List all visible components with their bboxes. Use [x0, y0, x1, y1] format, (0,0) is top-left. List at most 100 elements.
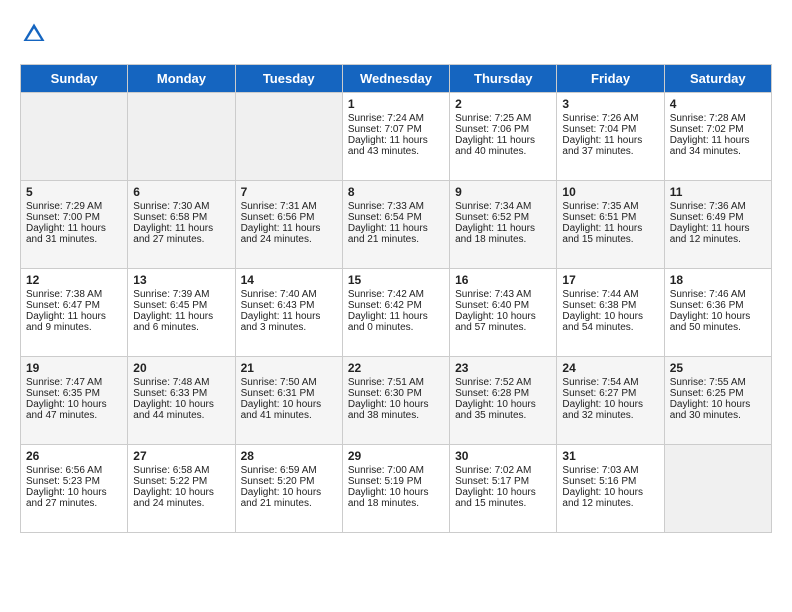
col-header-thursday: Thursday — [450, 65, 557, 93]
logo-icon — [20, 20, 48, 48]
daylight-text: Daylight: 10 hours and 27 minutes. — [26, 487, 107, 509]
day-number: 29 — [348, 449, 444, 463]
sunset-text: Sunset: 6:40 PM — [455, 300, 529, 311]
day-number: 8 — [348, 185, 444, 199]
daylight-text: Daylight: 10 hours and 12 minutes. — [562, 487, 643, 509]
calendar-cell: 19 Sunrise: 7:47 AMSunset: 6:35 PMDayligh… — [21, 357, 128, 445]
day-number: 18 — [670, 273, 766, 287]
day-number: 1 — [348, 97, 444, 111]
day-number: 28 — [241, 449, 337, 463]
sunrise-text: Sunrise: 7:48 AM — [133, 377, 209, 388]
daylight-text: Daylight: 10 hours and 38 minutes. — [348, 399, 429, 421]
col-header-sunday: Sunday — [21, 65, 128, 93]
calendar-cell: 24Sunrise: 7:54 AMSunset: 6:27 PMDayligh… — [557, 357, 664, 445]
sunrise-text: Sunrise: 6:58 AM — [133, 465, 209, 476]
daylight-text: Daylight: 11 hours and 18 minutes. — [455, 223, 535, 245]
sunrise-text: Sunrise: 7:24 AM — [348, 113, 424, 124]
sunrise-text: Sunrise: 7:47 AM — [26, 377, 102, 388]
sunset-text: Sunset: 6:49 PM — [670, 212, 744, 223]
sunrise-text: Sunrise: 7:30 AM — [133, 201, 209, 212]
day-number: 24 — [562, 361, 658, 375]
day-number: 19 — [26, 361, 122, 375]
day-number: 11 — [670, 185, 766, 199]
sunrise-text: Sunrise: 7:00 AM — [348, 465, 424, 476]
calendar-cell: 22 Sunrise: 7:51 AMSunset: 6:30 PMDayligh… — [342, 357, 449, 445]
daylight-text: Daylight: 10 hours and 47 minutes. — [26, 399, 107, 421]
sunset-text: Sunset: 6:25 PM — [670, 388, 744, 399]
sunset-text: Sunset: 6:31 PM — [241, 388, 315, 399]
calendar-cell: 11 Sunrise: 7:36 AMSunset: 6:49 PMDayligh… — [664, 181, 771, 269]
day-number: 21 — [241, 361, 337, 375]
day-number: 3 — [562, 97, 658, 111]
sunrise-text: Sunrise: 7:34 AM — [455, 201, 531, 212]
sunrise-text: Sunrise: 7:46 AM — [670, 289, 746, 300]
day-number: 14 — [241, 273, 337, 287]
calendar-table: SundayMondayTuesdayWednesdayThursdayFrid… — [20, 64, 772, 533]
day-number: 20 — [133, 361, 229, 375]
calendar-week-row: 12Sunrise: 7:38 AMSunset: 6:47 PMDayligh… — [21, 269, 772, 357]
sunrise-text: Sunrise: 7:31 AM — [241, 201, 317, 212]
col-header-tuesday: Tuesday — [235, 65, 342, 93]
sunset-text: Sunset: 6:30 PM — [348, 388, 422, 399]
day-number: 9 — [455, 185, 551, 199]
calendar-cell: 17Sunrise: 7:44 AMSunset: 6:38 PMDayligh… — [557, 269, 664, 357]
sunset-text: Sunset: 7:02 PM — [670, 124, 744, 135]
daylight-text: Daylight: 11 hours and 3 minutes. — [241, 311, 321, 333]
sunrise-text: Sunrise: 7:50 AM — [241, 377, 317, 388]
sunset-text: Sunset: 6:52 PM — [455, 212, 529, 223]
sunrise-text: Sunrise: 7:25 AM — [455, 113, 531, 124]
day-number: 27 — [133, 449, 229, 463]
daylight-text: Daylight: 10 hours and 30 minutes. — [670, 399, 751, 421]
daylight-text: Daylight: 10 hours and 24 minutes. — [133, 487, 214, 509]
daylight-text: Daylight: 11 hours and 15 minutes. — [562, 223, 642, 245]
col-header-wednesday: Wednesday — [342, 65, 449, 93]
daylight-text: Daylight: 10 hours and 21 minutes. — [241, 487, 322, 509]
day-number: 2 — [455, 97, 551, 111]
day-number: 22 — [348, 361, 444, 375]
sunset-text: Sunset: 6:33 PM — [133, 388, 207, 399]
sunset-text: Sunset: 6:36 PM — [670, 300, 744, 311]
sunset-text: Sunset: 6:27 PM — [562, 388, 636, 399]
day-number: 13 — [133, 273, 229, 287]
calendar-cell: 26Sunrise: 6:56 AMSunset: 5:23 PMDayligh… — [21, 445, 128, 533]
sunset-text: Sunset: 6:35 PM — [26, 388, 100, 399]
calendar-week-row: 19Sunrise: 7:47 AMSunset: 6:35 PMDayligh… — [21, 357, 772, 445]
sunrise-text: Sunrise: 7:26 AM — [562, 113, 638, 124]
day-number: 23 — [455, 361, 551, 375]
calendar-cell: 25 Sunrise: 7:55 AMSunset: 6:25 PMDayligh… — [664, 357, 771, 445]
daylight-text: Daylight: 10 hours and 15 minutes. — [455, 487, 536, 509]
calendar-cell: 2Sunrise: 7:25 AMSunset: 7:06 PMDaylight… — [450, 93, 557, 181]
day-number: 26 — [26, 449, 122, 463]
daylight-text: Daylight: 11 hours and 37 minutes. — [562, 135, 642, 157]
col-header-friday: Friday — [557, 65, 664, 93]
daylight-text: Daylight: 11 hours and 43 minutes. — [348, 135, 428, 157]
sunset-text: Sunset: 7:04 PM — [562, 124, 636, 135]
day-number: 5 — [26, 185, 122, 199]
page-header — [20, 20, 772, 48]
sunrise-text: Sunrise: 7:03 AM — [562, 465, 638, 476]
calendar-cell: 1Sunrise: 7:24 AMSunset: 7:07 PMDaylight… — [342, 93, 449, 181]
sunset-text: Sunset: 5:22 PM — [133, 476, 207, 487]
sunrise-text: Sunrise: 7:36 AM — [670, 201, 746, 212]
sunrise-text: Sunrise: 7:42 AM — [348, 289, 424, 300]
sunrise-text: Sunrise: 7:55 AM — [670, 377, 746, 388]
daylight-text: Daylight: 11 hours and 27 minutes. — [133, 223, 213, 245]
calendar-week-row: 26Sunrise: 6:56 AMSunset: 5:23 PMDayligh… — [21, 445, 772, 533]
daylight-text: Daylight: 10 hours and 32 minutes. — [562, 399, 643, 421]
calendar-cell: 21Sunrise: 7:50 AMSunset: 6:31 PMDayligh… — [235, 357, 342, 445]
sunset-text: Sunset: 6:47 PM — [26, 300, 100, 311]
sunrise-text: Sunrise: 7:38 AM — [26, 289, 102, 300]
daylight-text: Daylight: 11 hours and 12 minutes. — [670, 223, 750, 245]
day-number: 25 — [670, 361, 766, 375]
calendar-cell: 18 Sunrise: 7:46 AMSunset: 6:36 PMDayligh… — [664, 269, 771, 357]
sunrise-text: Sunrise: 7:51 AM — [348, 377, 424, 388]
day-number: 4 — [670, 97, 766, 111]
calendar-cell: 8Sunrise: 7:33 AMSunset: 6:54 PMDaylight… — [342, 181, 449, 269]
sunrise-text: Sunrise: 7:28 AM — [670, 113, 746, 124]
daylight-text: Daylight: 10 hours and 50 minutes. — [670, 311, 751, 333]
daylight-text: Daylight: 11 hours and 24 minutes. — [241, 223, 321, 245]
daylight-text: Daylight: 10 hours and 44 minutes. — [133, 399, 214, 421]
daylight-text: Daylight: 11 hours and 6 minutes. — [133, 311, 213, 333]
daylight-text: Daylight: 10 hours and 18 minutes. — [348, 487, 429, 509]
calendar-cell — [21, 93, 128, 181]
